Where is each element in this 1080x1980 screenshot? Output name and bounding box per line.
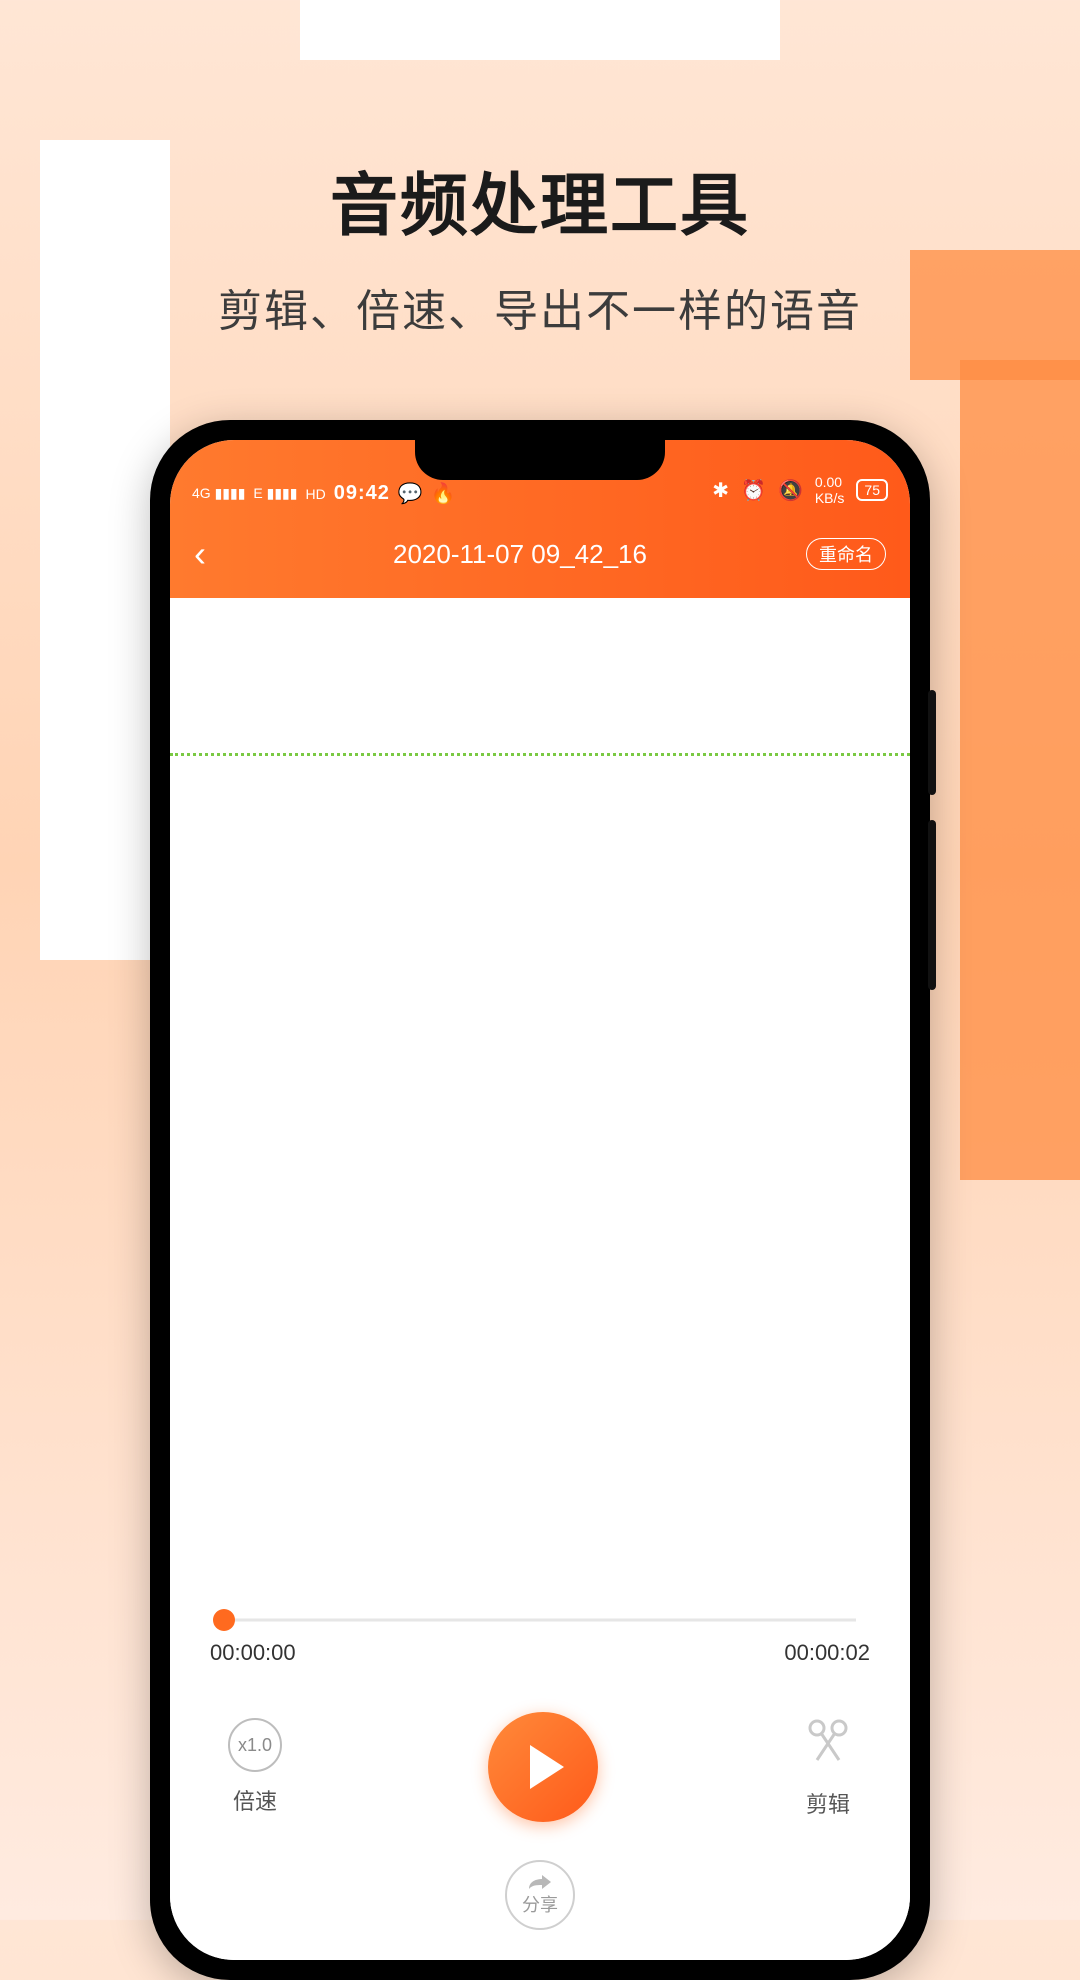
rename-button[interactable]: 重命名 [806, 538, 886, 570]
back-button[interactable]: ‹ [194, 533, 234, 575]
play-icon [530, 1745, 564, 1789]
bg-decor [960, 360, 1080, 1180]
current-time: 00:00:00 [210, 1640, 296, 1666]
progress-knob[interactable] [213, 1609, 235, 1631]
mute-icon: 🔕 [778, 478, 803, 503]
speed-icon: x1.0 [228, 1718, 282, 1772]
phone-side-button [928, 820, 936, 990]
cut-button[interactable]: 剪辑 [804, 1716, 852, 1819]
phone-notch [415, 440, 665, 480]
battery-icon: 75 [856, 479, 888, 501]
bluetooth-icon: ✱ [712, 478, 729, 503]
signal-icon: 4G ▮▮▮▮ [192, 485, 245, 502]
phone-frame: 4G ▮▮▮▮ E ▮▮▮▮ HD 09:42 💬 🔥 ✱ ⏰ 🔕 0.00KB… [150, 420, 930, 1980]
speed-label: 倍速 [233, 1784, 277, 1816]
scissors-icon [804, 1716, 852, 1775]
progress-slider[interactable] [224, 1610, 856, 1630]
phone-side-button [928, 690, 936, 795]
cut-label: 剪辑 [806, 1787, 850, 1819]
total-time: 00:00:02 [784, 1640, 870, 1666]
page-title: 2020-11-07 09_42_16 [234, 539, 806, 570]
alarm-icon: ⏰ [741, 478, 766, 503]
flame-icon: 🔥 [431, 481, 456, 506]
content-area: 00:00:00 00:00:02 x1.0 倍速 [170, 598, 910, 1960]
signal2-icon: E ▮▮▮▮ [253, 485, 297, 502]
promo-title: 音频处理工具 [0, 0, 1080, 249]
hd-icon: HD [305, 486, 325, 502]
net-speed: 0.00KB/s [815, 474, 845, 506]
share-icon [527, 1873, 553, 1893]
play-button[interactable] [488, 1712, 598, 1822]
title-bar: ‹ 2020-11-07 09_42_16 重命名 [170, 510, 910, 598]
promo-subtitle: 剪辑、倍速、导出不一样的语音 [0, 275, 1080, 339]
status-time: 09:42 [334, 482, 390, 505]
speed-button[interactable]: x1.0 倍速 [228, 1718, 282, 1816]
app-screen: 4G ▮▮▮▮ E ▮▮▮▮ HD 09:42 💬 🔥 ✱ ⏰ 🔕 0.00KB… [170, 440, 910, 1960]
waveform-track[interactable] [170, 753, 910, 756]
share-label: 分享 [522, 1891, 558, 1917]
chat-icon: 💬 [398, 481, 423, 506]
